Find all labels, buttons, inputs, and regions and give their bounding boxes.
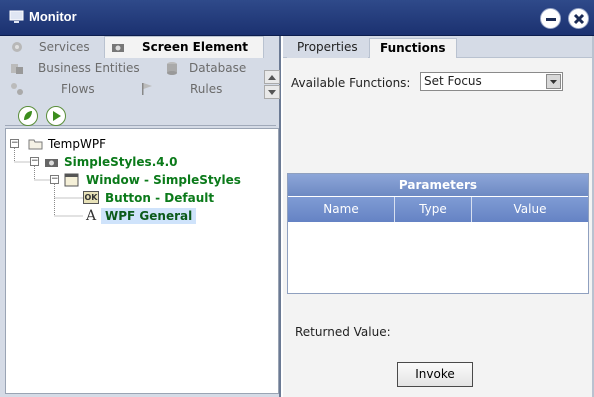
element-tree: − TempWPF − SimpleStyles.4.0 − Window - …	[5, 128, 279, 394]
chevron-down-icon	[550, 80, 557, 84]
invoke-button[interactable]: Invoke	[397, 362, 473, 387]
nav-tab-database[interactable]: Database	[189, 58, 246, 79]
right-tabs: Properties Functions	[283, 36, 594, 58]
function-select-value: Set Focus	[424, 74, 482, 88]
column-header-type[interactable]: Type	[395, 197, 472, 222]
returned-value-label: Returned Value:	[295, 325, 391, 339]
parameters-table: Parameters Name Type Value	[287, 173, 589, 294]
nav-row-1: Services Screen Element	[0, 37, 281, 58]
flag-icon	[142, 83, 152, 95]
function-select[interactable]: Set Focus	[420, 72, 563, 91]
chevron-up-icon	[268, 75, 276, 80]
tab-properties[interactable]: Properties	[287, 38, 368, 58]
nav-tab-rules[interactable]: Rules	[190, 79, 222, 100]
left-pane: Services Screen Element Business Entitie…	[0, 36, 281, 397]
parameters-header-row: Name Type Value	[288, 197, 588, 222]
close-button[interactable]	[568, 8, 589, 29]
highlight-button[interactable]	[18, 106, 38, 126]
dropdown-button[interactable]	[546, 74, 561, 89]
tree-connectors	[14, 148, 83, 217]
leaf-icon	[24, 111, 32, 120]
minimize-button[interactable]	[540, 8, 561, 29]
parameters-title: Parameters	[288, 174, 588, 196]
window-title: Monitor	[29, 9, 77, 24]
nav-tab-services[interactable]: Services	[39, 37, 90, 58]
nav-tab-screen-element[interactable]: Screen Element	[142, 37, 248, 58]
flow-icon	[11, 83, 23, 95]
close-icon	[573, 13, 585, 25]
nav-row-3: Flows Rules	[0, 79, 281, 100]
nav-scroll-up-button[interactable]	[264, 70, 280, 84]
nav-row-2: Business Entities Database	[0, 58, 281, 79]
database-icon	[167, 62, 177, 75]
gear-icon	[12, 42, 22, 52]
title-bar: Monitor	[0, 0, 594, 36]
available-functions-label: Available Functions:	[291, 76, 411, 90]
right-pane: Properties Functions Available Functions…	[283, 36, 594, 397]
camera-icon	[112, 44, 124, 52]
entities-icon	[11, 64, 23, 74]
minimize-icon	[546, 18, 556, 21]
nav-tab-business-entities[interactable]: Business Entities	[38, 58, 140, 79]
play-icon	[53, 111, 61, 121]
chevron-down-icon	[268, 90, 276, 95]
tree-toolbar	[5, 103, 276, 126]
tab-functions[interactable]: Functions	[369, 38, 457, 58]
nav-scroll-down-button[interactable]	[264, 85, 280, 99]
play-button[interactable]	[46, 106, 66, 126]
monitor-icon	[9, 10, 24, 23]
column-header-name[interactable]: Name	[288, 197, 395, 222]
nav-tab-flows[interactable]: Flows	[61, 79, 95, 100]
column-header-value[interactable]: Value	[472, 197, 588, 222]
